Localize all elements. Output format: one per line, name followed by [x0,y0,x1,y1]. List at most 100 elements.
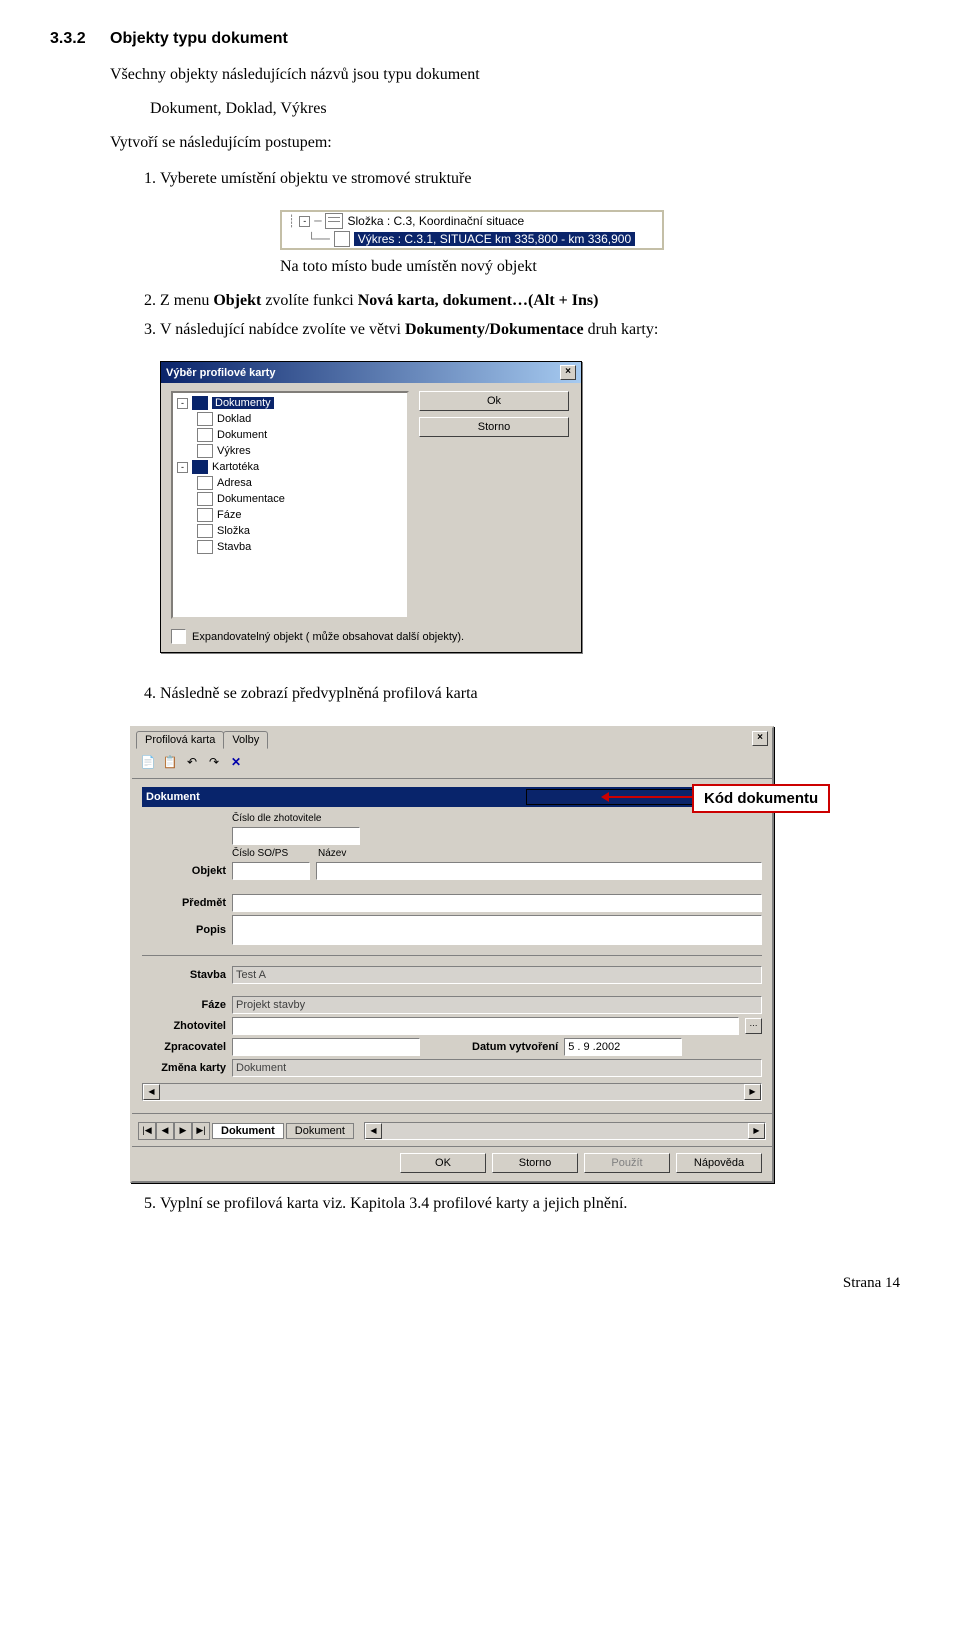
collapse-icon[interactable]: - [299,216,310,227]
label-zhotovitel: Zhotovitel [142,1020,226,1032]
card-icon [197,476,213,490]
collapse-icon[interactable]: - [177,462,188,473]
card-icon [197,492,213,506]
scroll-right-icon[interactable]: ▶ [748,1123,765,1139]
bottom-tab-dokument-2[interactable]: Dokument [286,1123,354,1139]
scroll-left-icon[interactable]: ◀ [143,1084,160,1100]
label-cislo-sops: Číslo SO/PS [232,848,312,859]
select-profile-card-dialog: Výběr profilové karty × - Dokumenty Dokla… [160,361,582,653]
step-3: V následující nabídce zvolíte ve větvi D… [160,319,910,341]
label-stavba: Stavba [142,969,226,981]
step-1: Vyberete umístění objektu ve stromové st… [160,168,910,190]
document-icon [334,231,350,247]
tree-item-vykres[interactable]: Výkres [217,445,251,457]
help-button[interactable]: Nápověda [676,1153,762,1173]
section-heading: 3.3.2 Objekty typu dokument [50,30,910,48]
tree-caption: Na toto místo bude umístěn nový objekt [280,258,910,276]
scroll-left-icon[interactable]: ◀ [365,1123,382,1139]
lookup-icon[interactable]: ⋯ [745,1018,762,1034]
label-faze: Fáze [142,999,226,1011]
label-cislo-zhotovitele: Číslo dle zhotovitele [232,813,352,824]
tree-item-kartoteka[interactable]: Kartotéka [212,461,259,473]
field-zmena-karty: Dokument [232,1059,762,1077]
card-icon [197,524,213,538]
tab-options[interactable]: Volby [223,731,268,749]
code-callout: Kód dokumentu [692,784,830,813]
label-nazev: Název [318,848,346,859]
paste-icon[interactable]: 📋 [160,752,180,772]
document-icon [197,444,213,458]
input-nazev[interactable] [316,862,762,880]
field-faze: Projekt stavby [232,996,762,1014]
label-popis: Popis [142,924,226,936]
input-datum[interactable]: 5 . 9 .2002 [564,1038,682,1056]
section-number: 3.3.2 [50,30,86,48]
tree-row-folder: Složka : C.3, Koordinační situace [347,214,524,228]
bottom-scrollbar[interactable]: ◀ ▶ [364,1122,766,1140]
folder-icon [192,396,208,410]
dialog1-title: Výběr profilové karty [166,367,275,379]
tree-item-adresa[interactable]: Adresa [217,477,252,489]
intro-p1: Všechny objekty následujících názvů jsou… [110,66,910,84]
ok-button[interactable]: OK [400,1153,486,1173]
tree-item-dokumentace[interactable]: Dokumentace [217,493,285,505]
cancel-button[interactable]: Storno [419,417,569,437]
undo-icon[interactable]: ↶ [182,752,202,772]
callout-line [608,796,692,798]
collapse-icon[interactable]: - [177,398,188,409]
tree-connector: ┊ [288,214,295,228]
input-popis[interactable] [232,915,762,945]
profile-tree[interactable]: - Dokumenty Doklad Dokument Výkres - Karto… [171,391,409,619]
folder-icon [325,213,343,229]
label-predmet: Předmět [142,897,226,909]
label-objekt: Objekt [142,865,226,877]
input-zhotovitel[interactable] [232,1017,739,1035]
tab-nav[interactable]: |◀ ◀ ▶ ▶| [138,1122,210,1140]
tree-item-slozka[interactable]: Složka [217,525,250,537]
tree-item-stavba[interactable]: Stavba [217,541,251,553]
input-predmet[interactable] [232,894,762,912]
bottom-tab-dokument-1[interactable]: Dokument [212,1123,284,1139]
expandable-label: Expandovatelný objekt ( může obsahovat d… [192,631,464,643]
card-icon [197,508,213,522]
form-header: Dokument [146,791,200,803]
copy-icon[interactable]: 📄 [138,752,158,772]
tree-item-dokument[interactable]: Dokument [217,429,267,441]
page-number: Strana 14 [50,1275,900,1292]
intro-p3: Vytvoří se následujícím postupem: [110,134,910,152]
input-zpracovatel[interactable] [232,1038,420,1056]
tree-item-faze[interactable]: Fáze [217,509,241,521]
field-stavba: Test A [232,966,762,984]
first-icon[interactable]: |◀ [138,1122,156,1140]
expandable-checkbox[interactable] [171,629,186,644]
prev-icon[interactable]: ◀ [156,1122,174,1140]
folder-icon [192,460,208,474]
label-zmena-karty: Změna karty [142,1062,226,1074]
redo-icon[interactable]: ↷ [204,752,224,772]
label-zpracovatel: Zpracovatel [142,1041,226,1053]
toolbar: 📄 📋 ↶ ↷ ✕ [132,749,772,779]
horizontal-scrollbar[interactable]: ◀ ▶ [142,1083,762,1101]
profile-card-dialog: Profilová karta Volby × 📄 📋 ↶ ↷ ✕ Dokume… [130,726,774,1183]
cancel-button[interactable]: Storno [492,1153,578,1173]
tab-profile-card[interactable]: Profilová karta [136,731,224,749]
section-title: Objekty typu dokument [110,30,288,47]
input-cislo-sops[interactable] [232,862,310,880]
last-icon[interactable]: ▶| [192,1122,210,1140]
close-icon[interactable]: × [560,365,576,380]
apply-button: Použít [584,1153,670,1173]
tree-item-doklad[interactable]: Doklad [217,413,251,425]
document-icon [197,428,213,442]
intro-p2: Dokument, Doklad, Výkres [150,100,910,118]
step-2: Z menu Objekt zvolíte funkci Nová karta,… [160,290,910,312]
next-icon[interactable]: ▶ [174,1122,192,1140]
input-cislo-zhotovitele[interactable] [232,827,360,845]
tree-item-dokumenty[interactable]: Dokumenty [212,397,274,409]
tree-row-selected[interactable]: Výkres : C.3.1, SITUACE km 335,800 - km … [354,232,635,246]
delete-icon[interactable]: ✕ [226,752,246,772]
scroll-right-icon[interactable]: ▶ [744,1084,761,1100]
tree-screenshot: ┊ - ─ Složka : C.3, Koordinační situace … [280,210,664,250]
close-icon[interactable]: × [752,731,768,746]
step-4: Následně se zobrazí předvyplněná profilo… [160,683,910,705]
ok-button[interactable]: Ok [419,391,569,411]
